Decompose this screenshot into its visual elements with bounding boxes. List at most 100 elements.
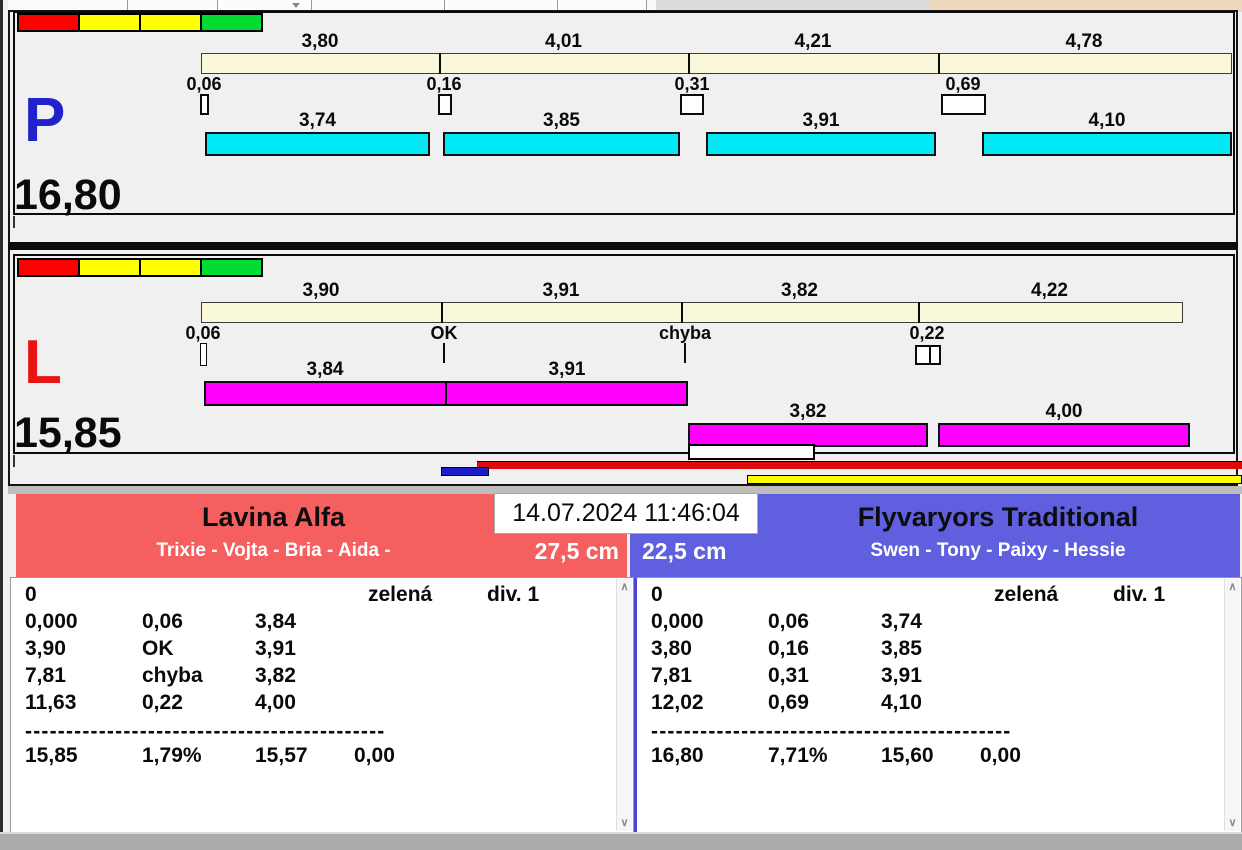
lane-p-label: P (24, 86, 66, 155)
leg-time-label: 3,74 (299, 110, 336, 131)
leg-time-bar (938, 423, 1190, 447)
split-time-label: 4,22 (1031, 280, 1068, 301)
team-right-jump-height: 22,5 cm (642, 538, 727, 564)
team-left-jump-height: 27,5 cm (534, 538, 619, 564)
split-time-label: 3,82 (781, 280, 818, 301)
split-bar-divider (441, 302, 443, 323)
light-red (19, 15, 78, 30)
toolbar-button[interactable] (445, 0, 558, 10)
split-time-label: 4,21 (794, 31, 832, 52)
scrollbar[interactable]: ∧ ∨ (1224, 579, 1240, 831)
split-time-label: 3,80 (301, 31, 339, 52)
split-bar (201, 302, 1183, 323)
lane-divider (8, 242, 1238, 250)
app-window: 3,80 4,01 4,21 4,78 0,06 0,16 0,31 0,69 … (0, 0, 1242, 850)
leg-time-label: 3,91 (802, 110, 840, 131)
results-row: 7,81 0,31 3,91 (651, 664, 922, 687)
leg-time-bar (205, 132, 430, 156)
team-right-results[interactable]: 0 zelená div. 1 0,000 0,06 3,74 3,80 0,16 3,85… (634, 577, 1242, 833)
results-total-row: 15,85 1,79% 15,57 0,00 (25, 744, 395, 767)
scrollbar[interactable]: ∧ ∨ (616, 579, 632, 831)
lane-l-label: L (24, 328, 62, 397)
window-left-border (0, 0, 3, 850)
leg-time-bar (706, 132, 936, 156)
split-bar-divider (938, 53, 940, 74)
lane-l-status-lights (17, 258, 263, 277)
gate-marker-label: OK (430, 323, 458, 343)
status-bar (0, 832, 1242, 850)
results-row: 0,000 0,06 3,74 (651, 610, 922, 633)
scroll-up-icon[interactable]: ∧ (1225, 581, 1240, 593)
scroll-up-icon[interactable]: ∧ (617, 581, 632, 593)
leg-time-label: 3,85 (543, 110, 580, 131)
leg-time-label: 4,10 (1088, 110, 1126, 131)
light-yellow (141, 260, 200, 275)
split-time-label: 3,91 (542, 280, 580, 301)
split-time-label: 3,90 (302, 280, 340, 301)
split-bar (201, 53, 1232, 74)
light-green (202, 15, 261, 30)
lane-l-total-time: 15,85 (14, 409, 122, 457)
split-bar-divider (439, 53, 441, 74)
results-row: 0 zelená div. 1 (651, 583, 1166, 606)
results-row: 0,000 0,06 3,84 (25, 610, 296, 633)
split-bar-divider (681, 302, 683, 323)
leg-time-bar (443, 132, 680, 156)
results-row: 0 zelená div. 1 (25, 583, 540, 606)
light-yellow (80, 15, 139, 30)
toolbar-button[interactable] (312, 0, 445, 10)
split-bar-divider (688, 53, 690, 74)
team-right-name: Flyvaryors Traditional (857, 502, 1139, 532)
datetime-display: 14.07.2024 11:46:04 (494, 493, 758, 534)
light-yellow (80, 260, 139, 275)
gate-marker-label: 0,31 (674, 74, 710, 94)
tick-mark (13, 216, 15, 228)
team-right-dogs: Swen - Tony - Paixy - Hessie (870, 540, 1126, 561)
results-row: 11,63 0,22 4,00 (25, 691, 296, 714)
gate-marker-box-double (915, 345, 941, 365)
team-left-dogs: Trixie - Vojta - Bria - Aida - (156, 540, 391, 561)
progress-bar-red (477, 461, 1242, 469)
results-separator: ----------------------------------------… (651, 720, 1012, 743)
split-time-label: 4,01 (545, 31, 582, 52)
progress-bar-yellow (747, 475, 1242, 484)
gate-marker-box (680, 94, 704, 115)
results-row: 3,80 0,16 3,85 (651, 637, 922, 660)
leg-time-bar (982, 132, 1232, 156)
leg-time-label: 3,82 (789, 401, 827, 422)
dropdown-caret-icon[interactable] (292, 3, 300, 8)
gate-marker-label: 0,06 (186, 74, 222, 94)
split-bar-divider (918, 302, 920, 323)
gate-marker-label: 0,06 (185, 323, 221, 343)
results-row: 3,90 OK 3,91 (25, 637, 296, 660)
lane-p-total-time: 16,80 (14, 171, 122, 219)
gate-marker-box-divider (929, 347, 931, 363)
team-left-name: Lavina Alfa (201, 502, 346, 532)
light-green (202, 260, 261, 275)
toolbar-button[interactable] (558, 0, 647, 10)
leg-time-label: 3,91 (548, 359, 586, 380)
results-row: 7,81 chyba 3,82 (25, 664, 296, 687)
results-row: 12,02 0,69 4,10 (651, 691, 922, 714)
progress-bar-blue (441, 467, 489, 476)
toolbar-button[interactable] (8, 0, 128, 10)
gate-marker-label: 0,22 (909, 323, 945, 343)
light-yellow (141, 15, 200, 30)
scroll-down-icon[interactable]: ∨ (617, 817, 632, 829)
scroll-down-icon[interactable]: ∨ (1225, 817, 1240, 829)
results-separator: ----------------------------------------… (25, 720, 386, 743)
split-time-label: 4,78 (1065, 31, 1103, 52)
gate-marker-label: chyba (658, 323, 712, 343)
light-red (19, 260, 78, 275)
team-left-results[interactable]: 0 zelená div. 1 0,000 0,06 3,84 3,90 OK 3,91 7… (10, 577, 634, 833)
gate-marker-label: 0,69 (945, 74, 981, 94)
toolbar-spacer (656, 0, 930, 10)
tick-mark (13, 455, 15, 467)
leg-bar-divider (445, 381, 447, 406)
lane-p-status-lights (17, 13, 263, 32)
leg-time-label: 3,84 (306, 359, 344, 380)
progress-marker-box (688, 444, 815, 460)
gate-marker-label: 0,16 (426, 74, 462, 94)
toolbar-button[interactable] (128, 0, 218, 10)
leg-time-label: 4,00 (1045, 401, 1083, 422)
